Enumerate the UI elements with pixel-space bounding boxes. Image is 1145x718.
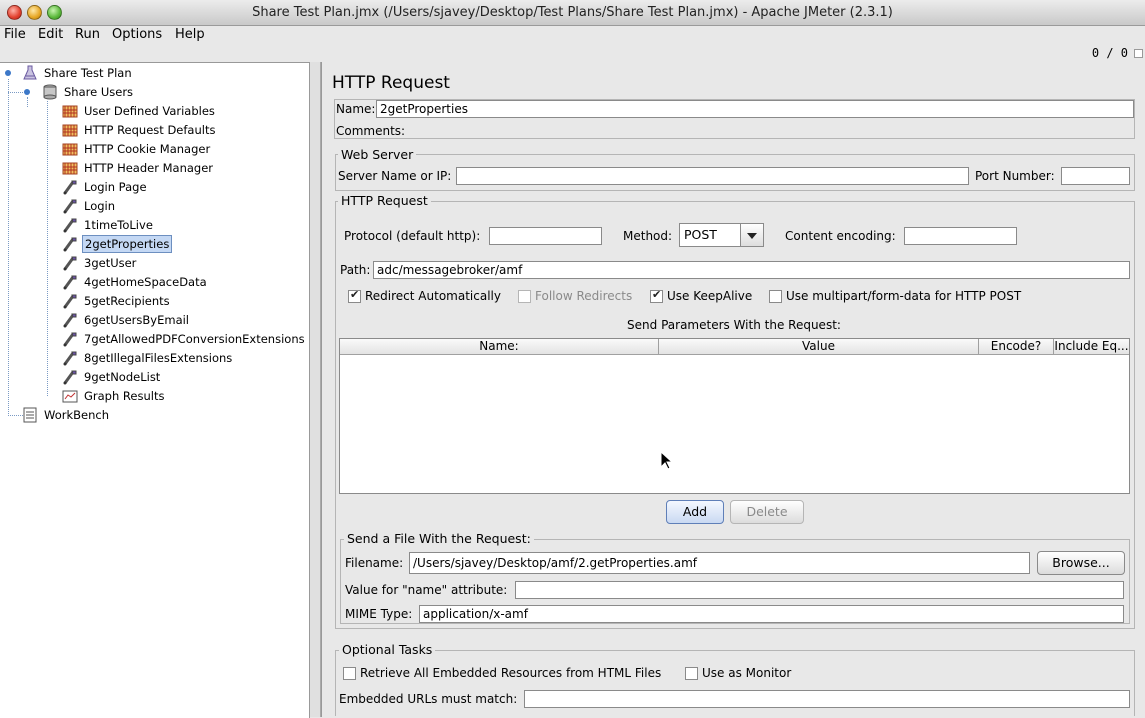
port-field[interactable] bbox=[1061, 167, 1130, 185]
pipette-sampler-icon bbox=[62, 198, 78, 214]
server-field[interactable] bbox=[456, 167, 969, 185]
method-label: Method: bbox=[623, 229, 673, 243]
keepalive-label: Use KeepAlive bbox=[667, 289, 753, 303]
name-attribute-label: Value for "name" attribute: bbox=[345, 583, 508, 597]
redirect-label: Redirect Automatically bbox=[365, 289, 501, 303]
keepalive-checkbox[interactable] bbox=[650, 288, 663, 303]
tree-line bbox=[8, 92, 23, 93]
use-as-monitor-checkbox[interactable] bbox=[685, 667, 698, 680]
tree-line bbox=[8, 79, 9, 416]
follow-redirects-checkbox[interactable] bbox=[518, 290, 531, 303]
method-select[interactable]: POST bbox=[679, 223, 764, 247]
pipette-sampler-icon bbox=[62, 255, 78, 271]
pipette-sampler-icon bbox=[62, 331, 78, 347]
http-request-legend: HTTP Request bbox=[338, 193, 431, 208]
protocol-field[interactable] bbox=[489, 227, 602, 245]
filename-field[interactable]: /Users/sjavey/Desktop/amf/2.getPropertie… bbox=[409, 552, 1030, 574]
menu-file[interactable]: File bbox=[4, 27, 26, 42]
filename-label: Filename: bbox=[345, 556, 404, 570]
pipette-sampler-icon bbox=[62, 217, 78, 233]
tree-expand-handle[interactable] bbox=[24, 89, 30, 95]
multipart-checkbox[interactable] bbox=[769, 290, 782, 303]
column-header-encode[interactable]: Encode? bbox=[979, 339, 1054, 355]
multipart-label: Use multipart/form-data for HTTP POST bbox=[786, 289, 1022, 303]
chevron-down-icon bbox=[740, 224, 763, 246]
column-header-value[interactable]: Value bbox=[659, 339, 979, 355]
menu-help[interactable]: Help bbox=[175, 27, 205, 42]
column-header-include-equals[interactable]: Include Eq... bbox=[1054, 339, 1129, 355]
port-label: Port Number: bbox=[975, 169, 1055, 183]
web-server-legend: Web Server bbox=[338, 147, 417, 162]
parameters-table[interactable]: Name: Value Encode? Include Eq... bbox=[339, 338, 1130, 494]
pipette-sampler-icon bbox=[62, 236, 78, 252]
encoding-label: Content encoding: bbox=[785, 229, 896, 243]
redirect-checkbox[interactable] bbox=[348, 288, 361, 303]
retrieve-embedded-label: Retrieve All Embedded Resources from HTM… bbox=[360, 666, 662, 680]
pipette-sampler-icon bbox=[62, 369, 78, 385]
mouse-cursor-icon bbox=[660, 451, 674, 470]
pipette-sampler-icon bbox=[62, 350, 78, 366]
config-element-icon bbox=[62, 122, 78, 138]
config-element-icon bbox=[62, 103, 78, 119]
method-value: POST bbox=[684, 227, 717, 242]
config-element-icon bbox=[62, 141, 78, 157]
split-pane-divider[interactable] bbox=[310, 62, 321, 717]
flask-icon bbox=[22, 65, 38, 81]
tree-expand-handle[interactable] bbox=[5, 70, 11, 76]
clipboard-icon bbox=[22, 407, 38, 423]
protocol-label: Protocol (default http): bbox=[344, 229, 481, 243]
status-indicator bbox=[1134, 49, 1143, 58]
pipette-sampler-icon bbox=[62, 179, 78, 195]
test-plan-tree[interactable]: Share Test Plan Share Users User Defined… bbox=[0, 62, 310, 718]
tree-line bbox=[47, 101, 48, 396]
thread-counter: 0 / 0 bbox=[1091, 46, 1128, 60]
menu-edit[interactable]: Edit bbox=[38, 27, 63, 42]
name-field[interactable]: 2getProperties bbox=[376, 100, 1134, 118]
pipette-sampler-icon bbox=[62, 293, 78, 309]
panel-title: HTTP Request bbox=[332, 73, 450, 93]
path-field[interactable]: adc/messagebroker/amf bbox=[373, 261, 1130, 279]
column-header-name[interactable]: Name: bbox=[340, 339, 659, 355]
browse-button[interactable]: Browse... bbox=[1037, 551, 1125, 575]
mime-type-label: MIME Type: bbox=[345, 607, 413, 621]
menu-run[interactable]: Run bbox=[75, 27, 100, 42]
send-file-legend: Send a File With the Request: bbox=[344, 531, 534, 546]
menu-options[interactable]: Options bbox=[112, 27, 162, 42]
menu-bar: File Edit Run Options Help bbox=[0, 26, 1145, 46]
server-label: Server Name or IP: bbox=[338, 169, 452, 183]
params-title: Send Parameters With the Request: bbox=[627, 318, 841, 332]
config-element-icon bbox=[62, 160, 78, 176]
comments-label: Comments: bbox=[336, 124, 406, 138]
embedded-urls-label: Embedded URLs must match: bbox=[339, 692, 518, 706]
title-bar: Share Test Plan.jmx (/Users/sjavey/Deskt… bbox=[0, 0, 1145, 26]
pipette-sampler-icon bbox=[62, 312, 78, 328]
follow-redirects-label: Follow Redirects bbox=[535, 289, 633, 303]
delete-button[interactable]: Delete bbox=[730, 500, 804, 524]
use-as-monitor-label: Use as Monitor bbox=[702, 666, 792, 680]
add-button[interactable]: Add bbox=[666, 500, 724, 524]
embedded-urls-field[interactable] bbox=[524, 690, 1130, 708]
name-label: Name: bbox=[336, 102, 376, 116]
path-label: Path: bbox=[340, 263, 371, 277]
retrieve-embedded-checkbox[interactable] bbox=[343, 667, 356, 680]
mime-type-field[interactable]: application/x-amf bbox=[419, 605, 1124, 623]
spool-icon bbox=[42, 84, 58, 100]
tree-line bbox=[27, 97, 28, 107]
name-attribute-field[interactable] bbox=[515, 581, 1124, 599]
graph-listener-icon bbox=[62, 388, 78, 404]
window-title: Share Test Plan.jmx (/Users/sjavey/Deskt… bbox=[252, 5, 893, 20]
http-request-panel: HTTP Request Name: 2getProperties Commen… bbox=[321, 62, 1145, 717]
pipette-sampler-icon bbox=[62, 274, 78, 290]
status-row: 0 / 0 bbox=[945, 46, 1145, 62]
encoding-field[interactable] bbox=[904, 227, 1017, 245]
optional-tasks-legend: Optional Tasks bbox=[339, 642, 436, 657]
tree-line bbox=[8, 415, 23, 416]
